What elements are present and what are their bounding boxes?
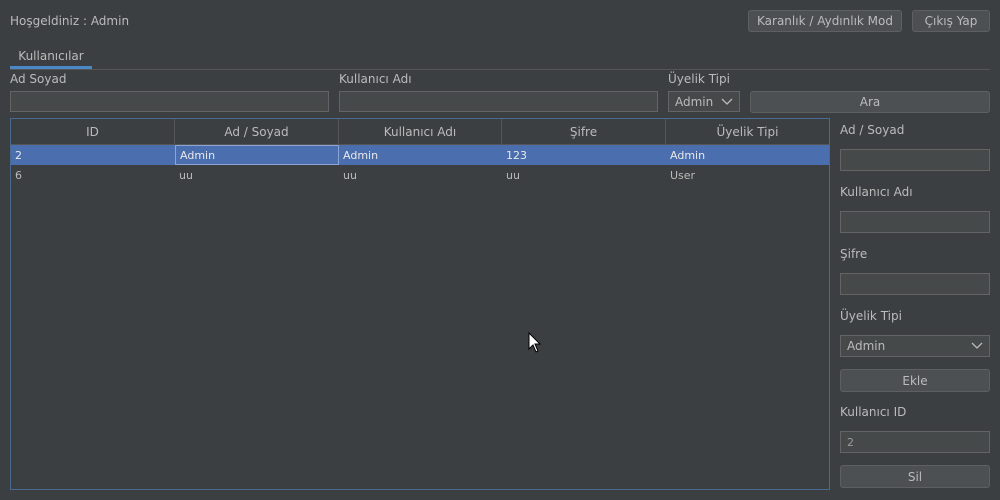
- form-type-select[interactable]: Admin: [840, 335, 990, 357]
- search-name-label: Ad Soyad: [10, 72, 67, 86]
- column-header-name[interactable]: Ad / Soyad: [175, 119, 339, 145]
- cell-password[interactable]: uu: [502, 165, 666, 185]
- column-header-username[interactable]: Kullanıcı Adı: [339, 119, 502, 145]
- column-header-type[interactable]: Üyelik Tipi: [666, 119, 829, 145]
- chevron-down-icon: [721, 98, 733, 105]
- cell-type[interactable]: User: [666, 165, 829, 185]
- tab-users[interactable]: Kullanıcılar: [10, 44, 92, 68]
- column-header-password[interactable]: Şifre: [502, 119, 666, 145]
- cell-id[interactable]: 2: [11, 145, 175, 165]
- search-name-input[interactable]: [10, 91, 329, 112]
- search-type-value: Admin: [675, 94, 714, 109]
- form-id-label: Kullanıcı ID: [840, 405, 907, 419]
- chevron-down-icon: [971, 342, 983, 349]
- table-header: ID Ad / Soyad Kullanıcı Adı Şifre Üyelik…: [11, 119, 829, 145]
- form-username-label: Kullanıcı Adı: [840, 185, 913, 199]
- welcome-text: Hoşgeldiniz : Admin: [10, 14, 130, 28]
- cell-type[interactable]: Admin: [666, 145, 829, 165]
- search-type-label: Üyelik Tipi: [668, 72, 730, 86]
- cell-username[interactable]: Admin: [339, 145, 502, 165]
- form-password-label: Şifre: [840, 247, 868, 261]
- cell-password[interactable]: 123: [502, 145, 666, 165]
- column-header-id[interactable]: ID: [11, 119, 175, 145]
- users-table[interactable]: ID Ad / Soyad Kullanıcı Adı Şifre Üyelik…: [10, 118, 830, 490]
- form-username-input[interactable]: [840, 211, 990, 233]
- form-name-input[interactable]: [840, 149, 990, 171]
- cell-username[interactable]: uu: [339, 165, 502, 185]
- delete-button[interactable]: Sil: [840, 465, 990, 488]
- search-username-input[interactable]: [339, 91, 658, 112]
- tab-divider: [10, 69, 990, 70]
- cell-name[interactable]: Admin: [175, 145, 339, 165]
- form-type-label: Üyelik Tipi: [840, 309, 902, 323]
- search-button[interactable]: Ara: [750, 91, 990, 113]
- search-type-select[interactable]: Admin: [668, 91, 740, 112]
- table-row[interactable]: 6 uu uu uu User: [11, 165, 829, 185]
- form-password-input[interactable]: [840, 273, 990, 295]
- table-row[interactable]: 2 Admin Admin 123 Admin: [11, 145, 829, 165]
- form-id-input[interactable]: 2: [840, 431, 990, 453]
- mouse-cursor-icon: [528, 332, 542, 353]
- theme-toggle-button[interactable]: Karanlık / Aydınlık Mod: [748, 10, 902, 32]
- search-username-label: Kullanıcı Adı: [339, 72, 412, 86]
- cell-name[interactable]: uu: [175, 165, 339, 185]
- add-button[interactable]: Ekle: [840, 369, 990, 392]
- logout-button[interactable]: Çıkış Yap: [912, 10, 990, 32]
- cell-id[interactable]: 6: [11, 165, 175, 185]
- form-name-label: Ad / Soyad: [840, 123, 905, 137]
- form-type-value: Admin: [847, 339, 886, 353]
